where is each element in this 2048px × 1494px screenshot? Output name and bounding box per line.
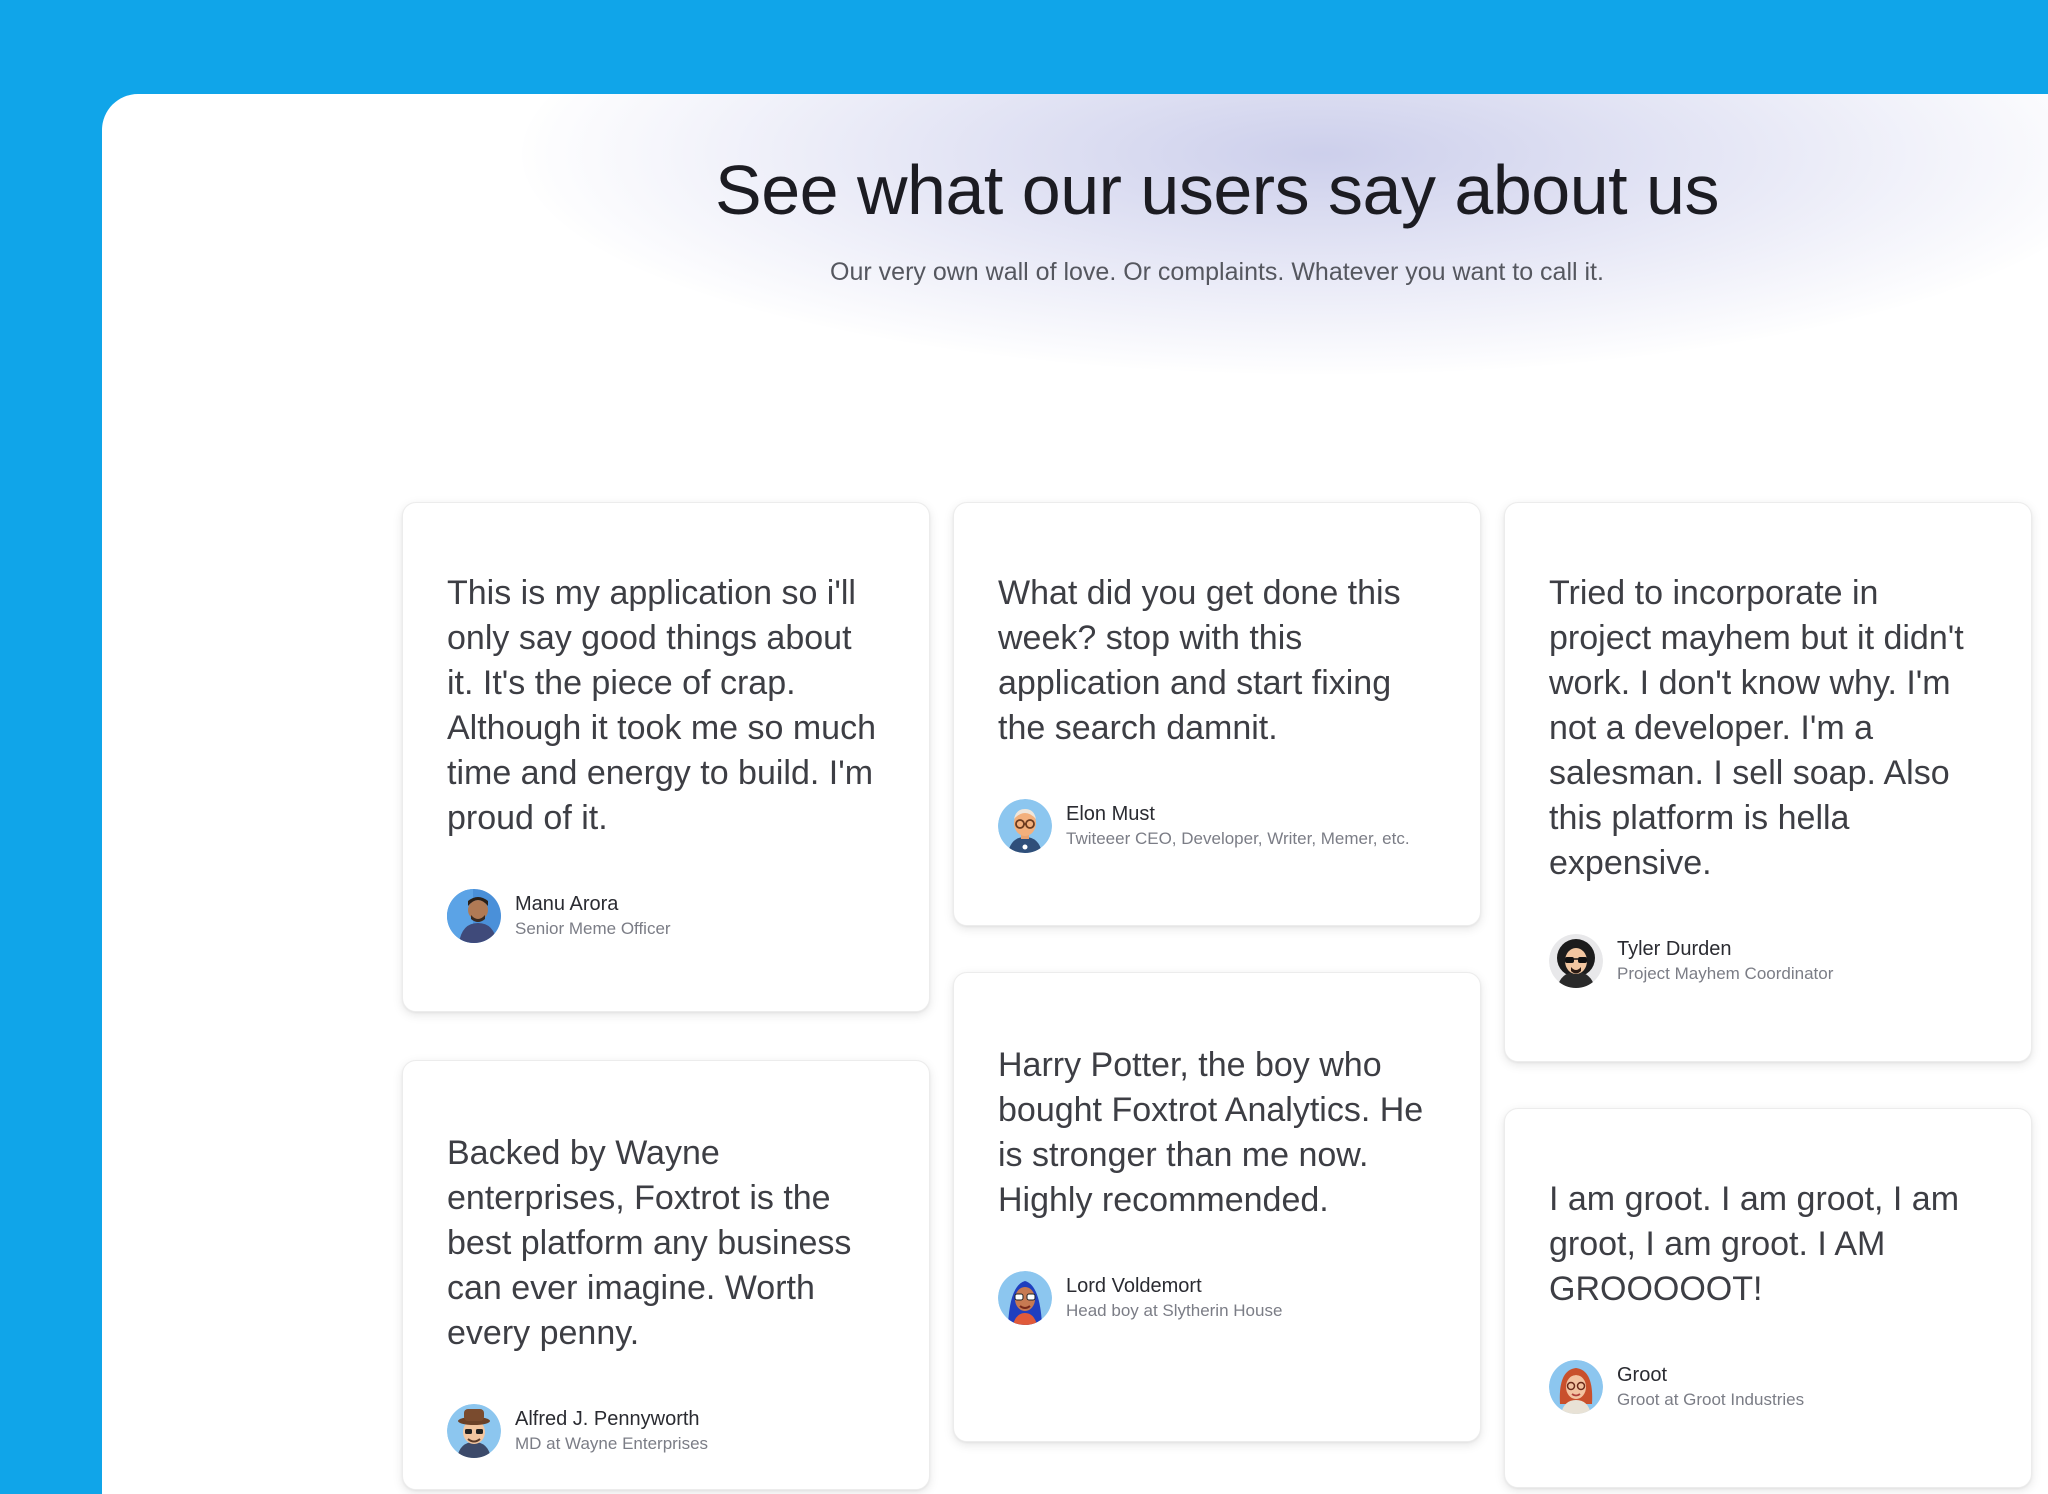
author-role: Twiteeer CEO, Developer, Writer, Memer, … <box>1066 829 1410 848</box>
testimonial-quote: I am groot. I am groot, I am groot, I am… <box>1549 1180 1960 1308</box>
testimonial-quote: Harry Potter, the boy who bought Foxtrot… <box>998 1046 1424 1219</box>
author-name: Tyler Durden <box>1617 938 1732 960</box>
testimonial-card: Harry Potter, the boy who bought Foxtrot… <box>953 972 1481 1442</box>
testimonial-author: Groot Groot at Groot Industries <box>1549 1360 1987 1414</box>
author-name: Manu Arora <box>515 893 619 915</box>
testimonial-quote: Tried to incorporate in project mayhem b… <box>1549 574 1964 882</box>
author-name: Alfred J. Pennyworth <box>515 1408 700 1430</box>
testimonial-author: Tyler Durden Project Mayhem Coordinator <box>1549 934 1987 988</box>
testimonial-card: I am groot. I am groot, I am groot, I am… <box>1504 1108 2032 1488</box>
author-name: Elon Must <box>1066 803 1155 825</box>
testimonial-card: Tried to incorporate in project mayhem b… <box>1504 502 2032 1062</box>
author-role: Head boy at Slytherin House <box>1066 1301 1283 1320</box>
testimonial-card: This is my application so i'll only say … <box>402 502 930 1012</box>
man-photo-avatar <box>447 889 501 943</box>
page-subtitle: Our very own wall of love. Or complaints… <box>830 258 1604 286</box>
blue-hair-glasses-avatar <box>998 1271 1052 1325</box>
testimonial-quote: What did you get done this week? stop wi… <box>998 574 1401 747</box>
header-glow <box>522 94 2048 374</box>
bald-man-glasses-avatar <box>998 799 1052 853</box>
author-role: Project Mayhem Coordinator <box>1617 964 1834 983</box>
testimonial-quote: Backed by Wayne enterprises, Foxtrot is … <box>447 1134 852 1352</box>
author-role: Groot at Groot Industries <box>1617 1390 1805 1409</box>
testimonial-author: Manu Arora Senior Meme Officer <box>447 889 885 943</box>
testimonial-author: Alfred J. Pennyworth MD at Wayne Enterpr… <box>447 1404 885 1458</box>
sunglasses-man-avatar <box>1549 934 1603 988</box>
page-title: See what our users say about us <box>715 151 1719 229</box>
testimonial-author: Lord Voldemort Head boy at Slytherin Hou… <box>998 1271 1436 1325</box>
author-role: MD at Wayne Enterprises <box>515 1434 709 1453</box>
author-name: Groot <box>1617 1364 1668 1386</box>
red-hair-woman-avatar <box>1549 1360 1603 1414</box>
testimonial-quote: This is my application so i'll only say … <box>447 574 877 837</box>
testimonial-card: Backed by Wayne enterprises, Foxtrot is … <box>402 1060 930 1490</box>
hat-man-avatar <box>447 1404 501 1458</box>
testimonial-author: Elon Must Twiteeer CEO, Developer, Write… <box>998 799 1436 853</box>
author-name: Lord Voldemort <box>1066 1275 1202 1297</box>
testimonial-card: What did you get done this week? stop wi… <box>953 502 1481 926</box>
author-role: Senior Meme Officer <box>515 919 671 938</box>
